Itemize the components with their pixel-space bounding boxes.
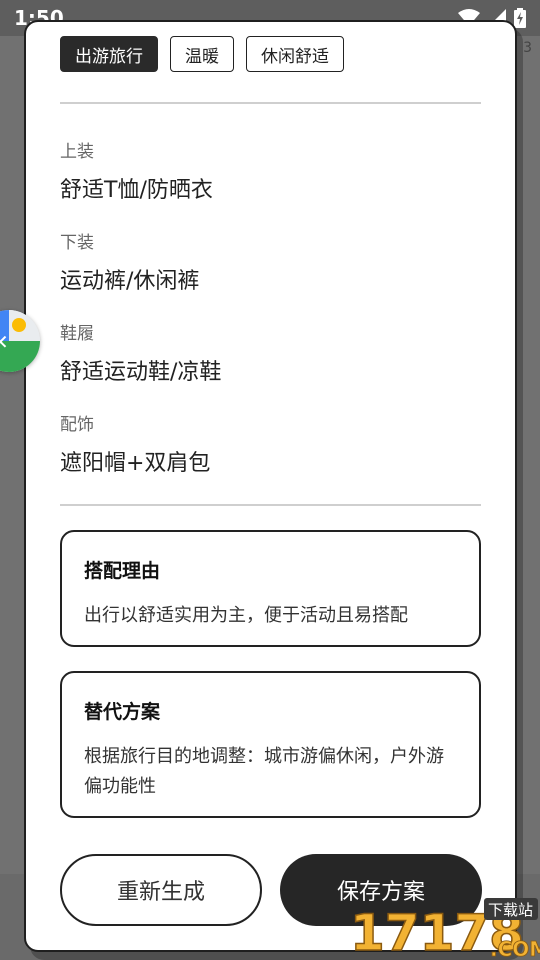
floating-assistant-icon[interactable]: ✕ [0, 310, 40, 372]
regenerate-button[interactable]: 重新生成 [60, 854, 262, 926]
divider-middle [60, 504, 481, 506]
outfit-bottom: 下装 运动裤/休闲裤 [60, 228, 199, 295]
chip-casual-comfort[interactable]: 休闲舒适 [246, 36, 344, 72]
battery-charging-icon [514, 8, 526, 28]
outfit-accessories-label: 配饰 [60, 415, 94, 435]
site-watermark-logo: 17178 .COM 下载站 [349, 898, 540, 960]
tag-chips: 出游旅行 温暖 休闲舒适 [60, 36, 344, 72]
alternative-card-title: 替代方案 [84, 701, 161, 723]
svg-text:下载站: 下载站 [488, 901, 533, 919]
outfit-top-label: 上装 [60, 142, 94, 162]
outfit-shoes: 鞋履 舒适运动鞋/凉鞋 [60, 319, 221, 386]
svg-text:.COM: .COM [490, 937, 540, 960]
outfit-top-value: 舒适T恤/防晒衣 [60, 178, 213, 203]
alternative-card-body: 根据旅行目的地调整：城市游偏休闲，户外游偏功能性 [84, 746, 444, 797]
outfit-top: 上装 舒适T恤/防晒衣 [60, 137, 213, 204]
divider-top [60, 102, 481, 104]
outfit-accessories: 配饰 遮阳帽+双肩包 [60, 410, 210, 477]
outfit-plan-modal: 出游旅行 温暖 休闲舒适 上装 舒适T恤/防晒衣 下装 运动裤/休闲裤 鞋履 舒… [24, 20, 517, 952]
reason-card: 搭配理由 出行以舒适实用为主，便于活动且易搭配 [60, 530, 481, 647]
outfit-shoes-label: 鞋履 [60, 324, 94, 344]
outfit-bottom-value: 运动裤/休闲裤 [60, 269, 200, 294]
outfit-bottom-label: 下装 [60, 233, 94, 253]
background-corner-text: 3 [523, 40, 532, 56]
outfit-accessories-value: 遮阳帽+双肩包 [60, 451, 211, 476]
chip-travel[interactable]: 出游旅行 [60, 36, 158, 72]
alternative-card: 替代方案 根据旅行目的地调整：城市游偏休闲，户外游偏功能性 [60, 671, 481, 818]
close-icon: ✕ [0, 330, 9, 354]
outfit-shoes-value: 舒适运动鞋/凉鞋 [60, 360, 222, 385]
reason-card-body: 出行以舒适实用为主，便于活动且易搭配 [84, 605, 408, 626]
chip-warm[interactable]: 温暖 [170, 36, 234, 72]
reason-card-title: 搭配理由 [84, 560, 161, 582]
